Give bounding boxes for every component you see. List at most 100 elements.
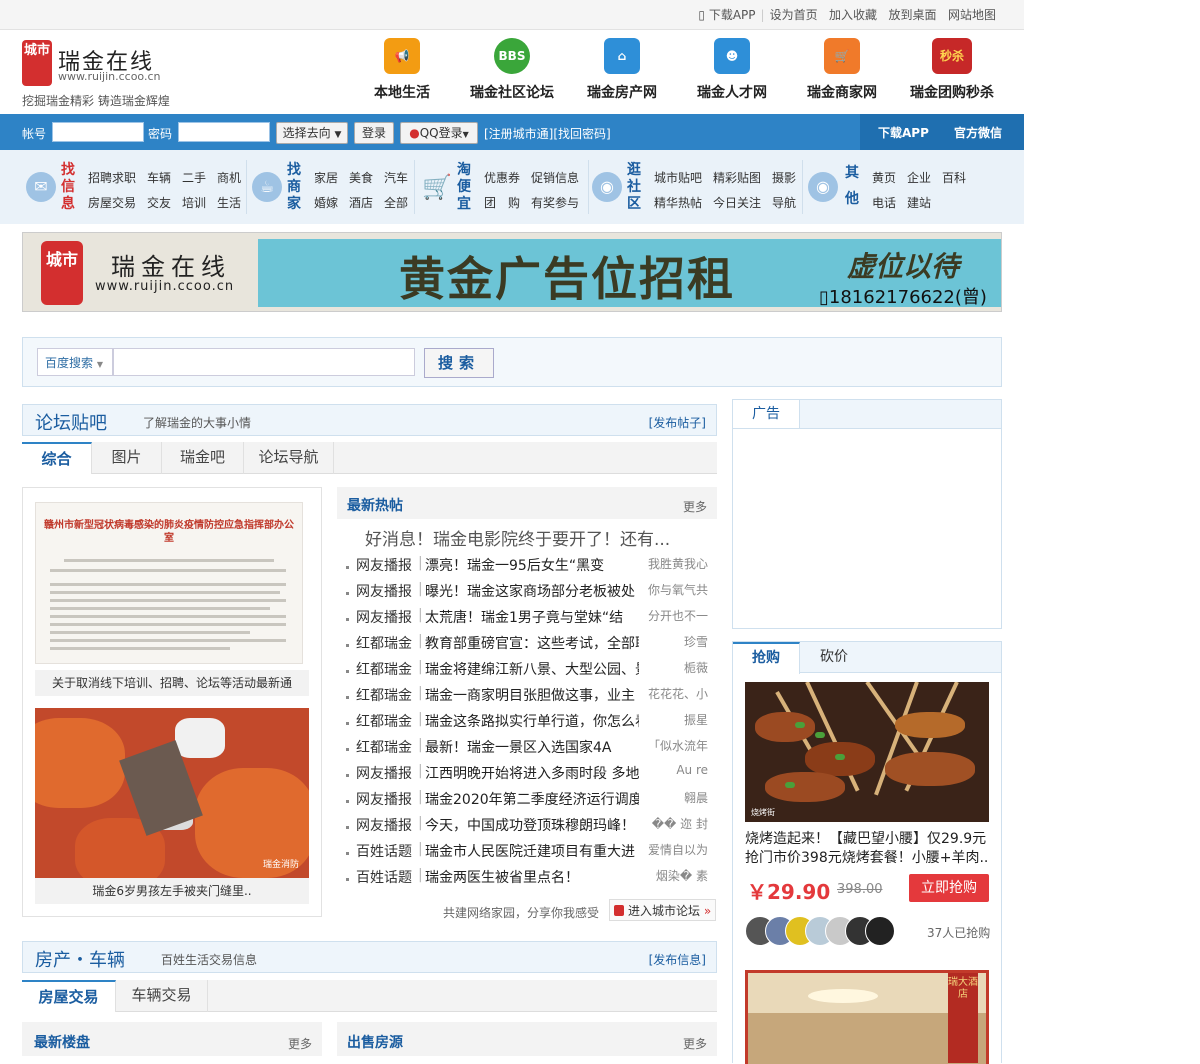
hot-post-title[interactable]: 江西明晚开始将进入多雨时段 多地有 — [425, 763, 639, 783]
category-link[interactable]: 优惠券 — [484, 171, 520, 185]
hot-post-category[interactable]: 百姓话题 — [356, 841, 412, 861]
category-link[interactable]: 招聘求职 — [88, 171, 136, 185]
hot-post-category[interactable]: 网友播报 — [356, 815, 412, 835]
hot-post-author[interactable]: 我胜黄我心 — [646, 555, 708, 572]
tab-forum-nav[interactable]: 论坛导航 — [244, 442, 334, 474]
hot-post-author[interactable]: 翱晨 — [646, 789, 708, 806]
tab-flash-buy[interactable]: 抢购 — [733, 642, 800, 674]
nav-property[interactable]: ⌂ 瑞金房产网 — [562, 38, 682, 102]
category-link[interactable]: 城市贴吧 — [654, 171, 702, 185]
hot-post-title[interactable]: 教育部重磅官宣：这些考试，全部取 — [425, 633, 639, 653]
nav-forum[interactable]: BBS 瑞金社区论坛 — [452, 38, 572, 102]
hot-post-author[interactable]: 爱情自以为 — [646, 841, 708, 858]
notice-document-photo[interactable]: 赣州市新型冠状病毒感染的肺炎疫情防控应急指挥部办公室 — [35, 502, 303, 664]
destination-select[interactable]: 选择去向 ▼ — [276, 122, 348, 144]
post-info-link[interactable]: [发布信息] — [649, 951, 706, 968]
hot-post-category[interactable]: 网友播报 — [356, 789, 412, 809]
hot-post-row[interactable]: 红都瑞金 |瑞金将建绵江新八景、大型公园、景观栀薇 — [346, 659, 712, 685]
category-link[interactable]: 汽车 — [384, 171, 408, 185]
hot-post-author[interactable]: 振星 — [646, 711, 708, 728]
category-link[interactable]: 商机 — [217, 171, 241, 185]
hot-post-title[interactable]: 瑞金2020年第二季度经济运行调度房地 — [425, 789, 639, 809]
nav-local-life[interactable]: 📢 本地生活 — [342, 38, 462, 102]
hot-post-author[interactable]: 栀薇 — [646, 659, 708, 676]
photo-caption[interactable]: 瑞金6岁男孩左手被夹门缝里.. — [35, 878, 309, 904]
nav-flash-sale[interactable]: 秒杀 瑞金团购秒杀 — [892, 38, 1012, 102]
rescue-photo[interactable]: 瑞金消防 — [35, 708, 309, 878]
tab-bargain[interactable]: 砍价 — [801, 642, 867, 672]
tab-general[interactable]: 综合 — [22, 442, 92, 474]
search-input[interactable] — [113, 348, 415, 376]
category-link[interactable]: 全部 — [384, 196, 408, 210]
bbq-deal-photo[interactable]: 烧烤街 — [745, 682, 989, 822]
hot-post-author[interactable]: 花花花、小 — [646, 685, 708, 702]
new-estates-more-link[interactable]: 更多 — [288, 1035, 312, 1052]
category-link[interactable]: 家居 — [314, 171, 338, 185]
hot-post-row[interactable]: 红都瑞金 | 瑞金一商家明目张胆做这事，业主 花花花、小 — [346, 685, 712, 711]
hot-feature-link[interactable]: 好消息！瑞金电影院终于要开了！还有... — [365, 525, 705, 550]
add-favorite-link[interactable]: 加入收藏 — [829, 8, 877, 22]
hot-post-title[interactable]: 今天，中国成功登顶珠穆朗玛峰！ — [425, 815, 639, 835]
tab-ruijin-bar[interactable]: 瑞金吧 — [162, 442, 244, 474]
set-homepage-link[interactable]: 设为首页 — [770, 8, 818, 22]
category-link[interactable]: 百科 — [942, 171, 966, 185]
hot-post-row[interactable]: 网友播报 | 江西明晚开始将进入多雨时段 多地有 Au re — [346, 763, 712, 789]
category-link[interactable]: 婚嫁 — [314, 196, 338, 210]
hot-post-row[interactable]: 网友播报 | 漂亮！瑞金一95后女生“黑变 我胜黄我心 — [346, 555, 712, 581]
category-link[interactable]: 房屋交易 — [88, 196, 136, 210]
desktop-shortcut-link[interactable]: 放到桌面 — [889, 8, 937, 22]
sitemap-link[interactable]: 网站地图 — [948, 8, 996, 22]
homes-for-sale-more-link[interactable]: 更多 — [683, 1035, 707, 1052]
download-app-button[interactable]: 下载APP — [878, 124, 929, 141]
tab-house-trade[interactable]: 房屋交易 — [22, 980, 116, 1012]
photo-caption[interactable]: 关于取消线下培训、招聘、论坛等活动最新通 — [35, 670, 309, 696]
category-link[interactable]: 精彩贴图 — [713, 171, 761, 185]
hot-post-author[interactable]: 烟染� 素 — [646, 867, 708, 884]
nav-merchants[interactable]: 🛒 瑞金商家网 — [782, 38, 902, 102]
hot-post-title[interactable]: 漂亮！瑞金一95后女生“黑变 — [425, 555, 639, 575]
hot-post-category[interactable]: 红都瑞金 — [356, 633, 412, 653]
hot-post-category[interactable]: 红都瑞金 — [356, 659, 412, 679]
site-logo[interactable]: 城市 瑞金在线 www.ruijin.ccoo.cn — [22, 40, 172, 90]
post-thread-link[interactable]: [发布帖子] — [649, 414, 706, 431]
hot-post-author[interactable]: �� 迩 封 — [646, 815, 708, 832]
ad-banner[interactable]: 城市 瑞金在线 www.ruijin.ccoo.cn 黄金广告位招租 虚位以待 … — [22, 232, 1002, 312]
buy-now-button[interactable]: 立即抢购 — [909, 874, 989, 902]
tab-pictures[interactable]: 图片 — [92, 442, 162, 474]
enter-forum-button[interactable]: 进入城市论坛 » — [609, 899, 716, 921]
hot-post-category[interactable]: 网友播报 — [356, 607, 412, 627]
deal-title[interactable]: 烧烤造起来！【藏巴望小腰】仅29.9元抢门市价398元烧烤套餐！小腰+羊肉.. — [745, 830, 995, 868]
hotel-deal-photo[interactable]: 瑞大酒店 — [745, 970, 989, 1064]
hot-post-author[interactable]: 你与氧气共 — [646, 581, 708, 598]
password-input[interactable] — [178, 122, 270, 142]
category-link[interactable]: 企业 — [907, 171, 931, 185]
category-link[interactable]: 生活 — [217, 196, 241, 210]
download-app-link[interactable]: ▯ 下载APP — [698, 8, 755, 22]
search-engine-select[interactable]: 百度搜索 ▼ — [37, 348, 113, 376]
category-link[interactable]: 促销信息 — [531, 171, 579, 185]
hot-posts-more-link[interactable]: 更多 — [683, 498, 707, 515]
hot-post-title[interactable]: 瑞金两医生被省里点名！ — [425, 867, 639, 887]
hot-post-author[interactable]: Au re — [646, 763, 708, 777]
nav-jobs[interactable]: ☻ 瑞金人才网 — [672, 38, 792, 102]
hot-post-category[interactable]: 红都瑞金 — [356, 711, 412, 731]
category-link[interactable]: 导航 — [772, 196, 796, 210]
tab-vehicle-trade[interactable]: 车辆交易 — [116, 980, 208, 1012]
hot-post-title[interactable]: 瑞金一商家明目张胆做这事，业主 — [425, 685, 639, 705]
category-link[interactable]: 二手 — [182, 171, 206, 185]
category-link[interactable]: 培训 — [182, 196, 206, 210]
qq-login-button[interactable]: ●QQ登录▼ — [400, 122, 478, 144]
hot-post-title[interactable]: 最新！瑞金一景区入选国家4A — [425, 737, 639, 757]
hot-post-row[interactable]: 网友播报 | 太荒唐！瑞金1男子竟与堂妹“结 分开也不一 — [346, 607, 712, 633]
category-link[interactable]: 有奖参与 — [531, 196, 579, 210]
hot-post-author[interactable]: 「似水流年 — [646, 737, 708, 754]
hot-post-row[interactable]: 网友播报 | 曝光！瑞金这家商场部分老板被处 你与氧气共 — [346, 581, 712, 607]
category-link[interactable]: 美食 — [349, 171, 373, 185]
wechat-button[interactable]: 官方微信 — [954, 124, 1002, 141]
hot-post-title[interactable]: 太荒唐！瑞金1男子竟与堂妹“结 — [425, 607, 639, 627]
hot-post-row[interactable]: 网友播报 |瑞金2020年第二季度经济运行调度房地翱晨 — [346, 789, 712, 815]
category-link[interactable]: 酒店 — [349, 196, 373, 210]
hot-post-row[interactable]: 红都瑞金 | 最新！瑞金一景区入选国家4A 「似水流年 — [346, 737, 712, 763]
hot-post-category[interactable]: 百姓话题 — [356, 867, 412, 887]
category-link[interactable]: 团 购 — [484, 196, 520, 210]
